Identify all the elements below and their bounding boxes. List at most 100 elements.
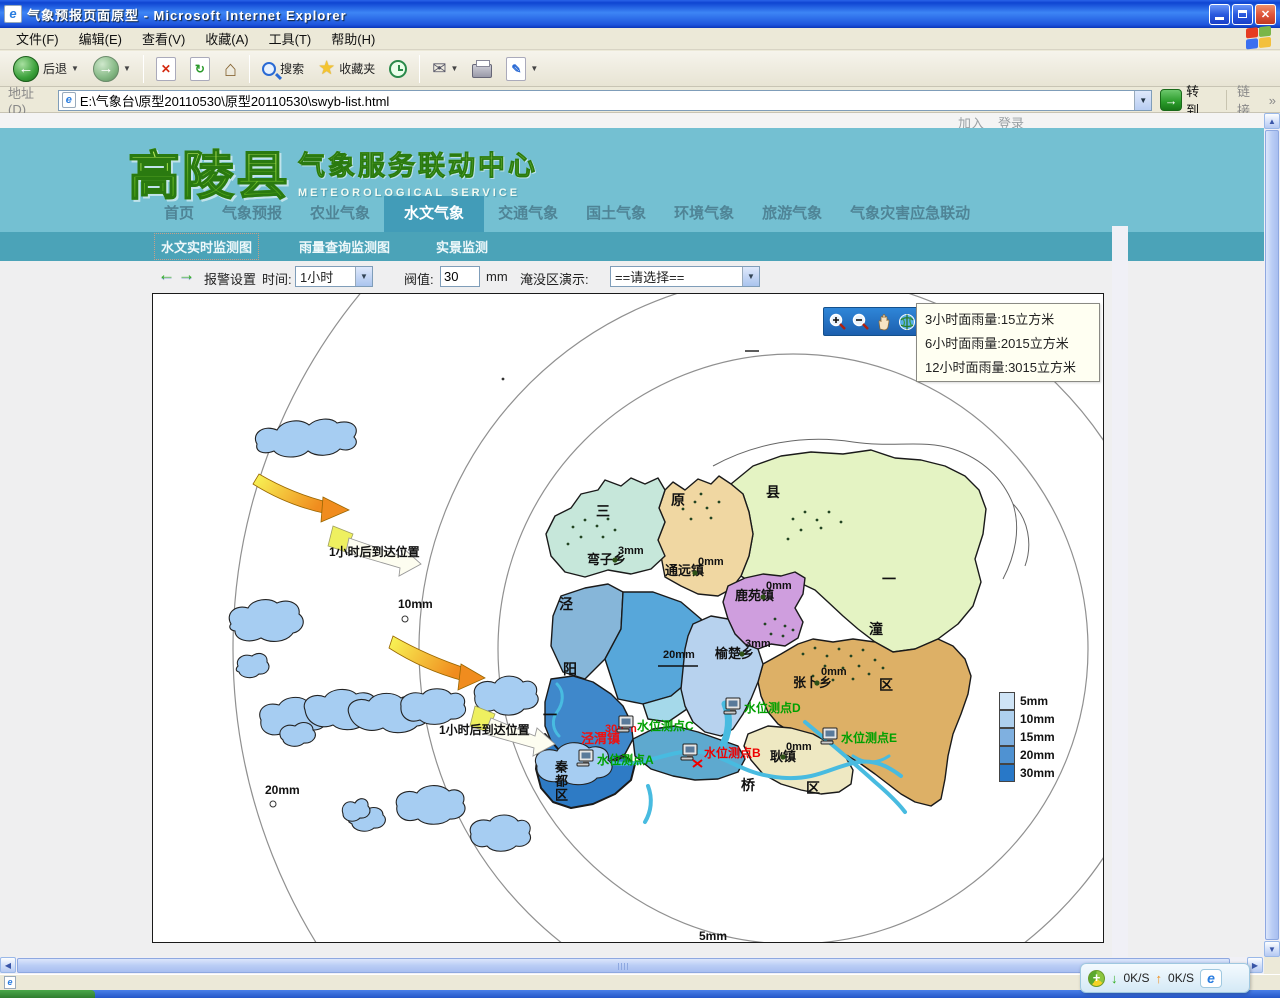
nav-traffic[interactable]: 交通气象 [484,196,572,232]
nav-weather-forecast[interactable]: 气象预报 [208,196,296,232]
address-label: 地址(D) [8,83,52,117]
select-arrow-icon: ▼ [355,267,372,286]
login-link[interactable]: 登录 [998,113,1024,128]
nav-tourism[interactable]: 旅游气象 [748,196,836,232]
rainfall-3h: 3小时面雨量:15立方米 [925,308,1091,332]
zoom-out-icon[interactable] [851,312,871,332]
geo-label: 一 [882,571,896,587]
menu-edit[interactable]: 编辑(E) [69,29,132,48]
zoom-in-icon[interactable] [828,312,848,332]
forward-icon: → [93,56,119,82]
tab-realtime-monitor-map[interactable]: 水文实时监测图 [154,233,259,260]
vertical-scrollbar[interactable] [1112,226,1128,957]
join-link[interactable]: 加入 [958,113,984,128]
net-speed-widget[interactable]: ↓ 0K/S ↑ 0K/S e [1080,963,1250,993]
edit-dropdown-icon[interactable]: ▼ [530,64,538,73]
svg-text:0mm: 0mm [786,741,812,753]
print-button[interactable] [467,58,497,80]
close-button[interactable]: ✕ [1255,4,1276,25]
upload-speed: 0K/S [1168,971,1194,985]
time-select[interactable]: 1小时 ▼ [295,266,373,287]
start-button[interactable] [0,990,95,998]
favorites-button[interactable]: ★ 收藏夹 [313,55,380,82]
refresh-icon: ↻ [190,57,210,81]
hydrology-map[interactable]: 1小时后到达位置 1小时后到达位置 5mm 10mm 20mm 20mm 三 原… [152,293,1104,943]
title-bar[interactable]: e 气象预报页面原型 - Microsoft Internet Explorer… [0,0,1280,28]
menu-view[interactable]: 查看(V) [132,29,195,48]
threshold-unit: mm [486,269,508,284]
tab-live-monitor[interactable]: 实景监测 [430,234,494,259]
search-button[interactable]: 搜索 [257,58,309,79]
home-button[interactable]: ⌂ [219,54,242,84]
map-toolbar [823,307,921,336]
web-page: 加入 登录 高陵县 气象服务联动中心 METEOROLOGICAL SERVIC… [0,113,1264,957]
station-C[interactable]: 水位测点C [617,716,694,733]
restore-button[interactable] [1232,4,1253,25]
ie-widget-icon[interactable]: e [1200,969,1222,988]
main-nav: 首页 气象预报 农业气象 水文气象 交通气象 国土气象 环境气象 旅游气象 气象… [0,196,1264,232]
geo-label: 潼 [869,621,883,637]
next-arrow-icon[interactable]: → [178,265,195,285]
full-extent-globe-icon[interactable] [897,312,917,332]
address-input[interactable]: e E:\气象台\原型20110530\原型20110530\swyb-list… [58,90,1152,111]
svg-text:0mm: 0mm [821,666,847,678]
home-icon: ⌂ [224,56,237,82]
contour-label: 20mm [663,649,695,661]
nav-hydrology[interactable]: 水文气象 [384,196,484,232]
area-rainfall-infobox: 3小时面雨量:15立方米 6小时面雨量:2015立方米 12小时面雨量:3015… [916,303,1100,382]
ring-label-5mm: 5mm [699,929,727,942]
scroll-up-icon[interactable]: ▲ [1264,113,1280,129]
nav-home[interactable]: 首页 [150,196,208,232]
menu-help[interactable]: 帮助(H) [321,29,385,48]
ring-marker-20mm [270,801,276,807]
scroll-left-icon[interactable]: ◀ [0,957,16,973]
menu-file[interactable]: 文件(F) [6,29,69,48]
menu-favorites[interactable]: 收藏(A) [195,29,258,48]
arrival-label-1: 1小时后到达位置 [329,544,420,559]
station-D[interactable]: 水位测点D [724,698,801,715]
nav-environment[interactable]: 环境气象 [660,196,748,232]
status-page-icon: e [4,976,16,989]
forward-dropdown-icon[interactable]: ▼ [123,64,131,73]
ie-page-icon: e [62,92,76,108]
station-e-label: 水位测点E [841,730,897,745]
back-dropdown-icon[interactable]: ▼ [71,64,79,73]
menu-tools[interactable]: 工具(T) [259,29,322,48]
back-button[interactable]: ← 后退 ▼ [8,54,84,84]
mail-dropdown-icon[interactable]: ▼ [450,64,458,73]
prev-arrow-icon[interactable]: ← [158,265,175,285]
time-label: 时间: [262,269,292,288]
nav-agriculture[interactable]: 农业气象 [296,196,384,232]
nav-land[interactable]: 国土气象 [572,196,660,232]
history-button[interactable] [384,58,412,80]
tab-rainfall-query-map[interactable]: 雨量查询监测图 [293,234,396,259]
flood-area-select[interactable]: ==请选择== ▼ [610,266,760,287]
threshold-input[interactable] [440,266,480,287]
minimize-button[interactable] [1209,4,1230,25]
station-a-label: 水位测点A [597,752,654,767]
links-bar[interactable]: 链接 » [1226,90,1276,110]
mail-icon: ✉ [432,59,446,79]
geo-label: 区 [806,780,820,796]
horizontal-scrollbar[interactable]: ◀ ▶ [0,957,1264,974]
scroll-down-icon[interactable]: ▼ [1264,941,1280,957]
stop-button[interactable]: ✕ [151,55,181,83]
history-clock-icon [389,60,407,78]
vertical-scroll-thumb[interactable] [1265,130,1279,940]
refresh-button[interactable]: ↻ [185,55,215,83]
mail-button[interactable]: ✉ ▼ [427,57,463,81]
nav-disaster-emergency[interactable]: 气象灾害应急联动 [836,196,984,232]
station-E[interactable]: 水位测点E [821,728,897,745]
forward-button[interactable]: → ▼ [88,54,136,84]
alarm-settings-label: 报警设置 [204,269,256,288]
page-viewport: 加入 登录 高陵县 气象服务联动中心 METEOROLOGICAL SERVIC… [0,113,1280,957]
sub-nav: 水文实时监测图 雨量查询监测图 实景监测 [0,232,1264,261]
horizontal-scroll-thumb[interactable] [17,958,1230,973]
pan-hand-icon[interactable] [874,312,894,332]
station-A[interactable]: 水位测点A [577,750,654,767]
vertical-scrollbar[interactable]: ▲ ▼ [1264,113,1280,957]
edit-button[interactable]: ✎ ▼ [501,55,543,83]
toolbar-separator [143,55,144,83]
address-dropdown-icon[interactable]: ▼ [1134,91,1151,110]
account-bar: 加入 登录 [0,113,1264,128]
